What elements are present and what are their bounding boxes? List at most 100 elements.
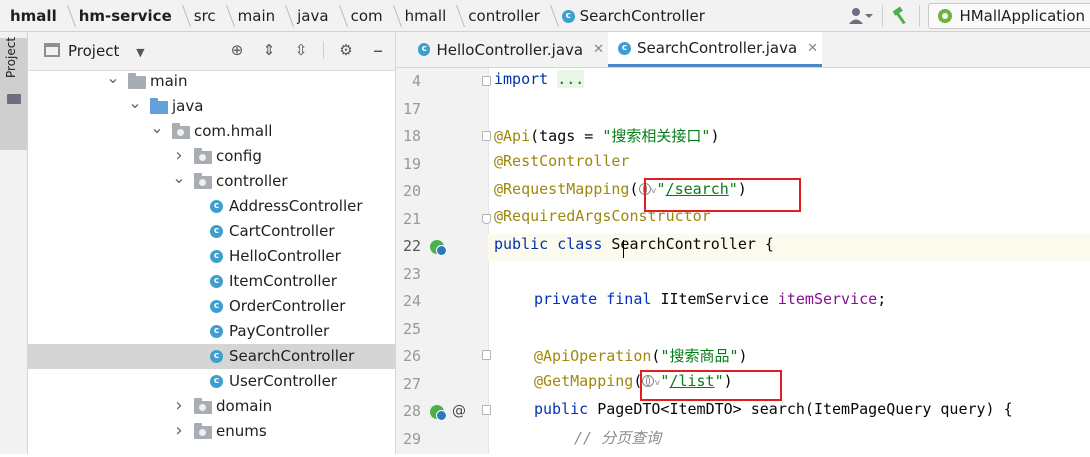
project-panel-title-label: Project bbox=[68, 42, 120, 60]
annotation: @ApiOperation bbox=[534, 347, 652, 365]
tree-item[interactable]: c HelloController bbox=[28, 244, 395, 269]
breadcrumb-item[interactable]: src bbox=[190, 7, 220, 25]
class-icon: c bbox=[210, 325, 223, 338]
folded-imports[interactable]: ... bbox=[557, 70, 585, 88]
class-icon: c bbox=[618, 41, 631, 55]
tree-item[interactable]: c UserController bbox=[28, 369, 395, 394]
tree-item-label: com.hmall bbox=[194, 122, 273, 140]
chevron-down-icon[interactable]: ⌄ bbox=[172, 165, 186, 190]
class-icon: c bbox=[210, 200, 223, 213]
breadcrumb-item[interactable]: hmall bbox=[401, 7, 451, 25]
tree-item-label: CartController bbox=[229, 222, 335, 240]
breadcrumb-item[interactable]: hm-service bbox=[75, 7, 176, 25]
breadcrumb-separator bbox=[61, 0, 75, 32]
project-panel: Project ▼ ⊕ ⇕ ⇳ ⚙ – ⌄ main ⌄ java ⌄ com.hmall… bbox=[28, 32, 396, 454]
fold-marker[interactable] bbox=[482, 405, 491, 415]
build-hammer-icon[interactable] bbox=[891, 6, 911, 26]
editor-tabs: c HelloController.java ✕ c SearchControl… bbox=[396, 32, 1090, 68]
run-configuration-selector[interactable]: HMallApplication bbox=[928, 3, 1090, 29]
class-icon: c bbox=[210, 300, 223, 313]
tab-hello-controller[interactable]: c HelloController.java ✕ bbox=[408, 32, 604, 67]
tree-item-label: SearchController bbox=[229, 347, 355, 365]
locate-target-icon[interactable]: ⊕ bbox=[227, 40, 247, 60]
chevron-right-icon[interactable]: › bbox=[172, 393, 186, 418]
chevron-down-icon[interactable]: ⌄ bbox=[150, 115, 164, 140]
folder-icon bbox=[150, 98, 168, 114]
code-line-22[interactable]: public class SearchController { bbox=[494, 235, 774, 262]
tree-item[interactable]: c ItemController bbox=[28, 269, 395, 294]
breadcrumb-item-current[interactable]: c SearchController bbox=[558, 7, 709, 25]
code-line-28[interactable]: public PageDTO<ItemDTO> search(ItemPageQ… bbox=[534, 400, 1013, 427]
close-icon[interactable]: ✕ bbox=[807, 41, 818, 56]
expand-all-icon[interactable]: ⇕ bbox=[259, 40, 279, 60]
line-number[interactable]: 22 bbox=[396, 237, 421, 264]
line-number[interactable]: 24 bbox=[396, 292, 421, 319]
close-icon[interactable]: ✕ bbox=[593, 42, 604, 57]
hide-icon[interactable]: – bbox=[368, 40, 388, 60]
tab-search-controller[interactable]: c SearchController.java ✕ bbox=[608, 32, 822, 67]
code-line-26[interactable]: @ApiOperation("搜索商品") bbox=[534, 345, 748, 372]
code-line-29[interactable]: // 分页查询 bbox=[574, 427, 661, 454]
line-number[interactable]: 25 bbox=[396, 320, 421, 347]
collapse-all-icon[interactable]: ⇳ bbox=[291, 40, 311, 60]
breadcrumb-separator bbox=[220, 0, 234, 32]
code-text: ( bbox=[629, 180, 639, 198]
divider bbox=[919, 5, 921, 27]
line-number[interactable]: 23 bbox=[396, 265, 421, 292]
chevron-right-icon[interactable]: › bbox=[172, 418, 186, 443]
fold-marker[interactable] bbox=[482, 131, 491, 141]
tree-item[interactable]: ⌄ controller bbox=[28, 168, 395, 194]
tree-item[interactable]: ⌄ com.hmall bbox=[28, 118, 395, 144]
fold-marker[interactable] bbox=[482, 214, 491, 224]
fold-marker[interactable] bbox=[482, 76, 491, 86]
line-number[interactable]: 18 bbox=[396, 127, 421, 154]
tree-item-label: java bbox=[172, 97, 204, 115]
tree-item[interactable]: c OrderController bbox=[28, 294, 395, 319]
tree-item[interactable]: ⌄ main bbox=[28, 68, 395, 94]
code-line-4[interactable]: import ... bbox=[494, 70, 585, 97]
tree-item[interactable]: ⌄ java bbox=[28, 93, 395, 119]
breadcrumb-item[interactable]: java bbox=[293, 7, 332, 25]
project-tool-window-tab[interactable]: Project bbox=[0, 36, 27, 150]
line-number[interactable]: 4 bbox=[396, 72, 421, 99]
project-panel-title[interactable]: Project ▼ bbox=[68, 42, 145, 60]
chevron-down-icon[interactable]: ⌄ bbox=[106, 65, 120, 90]
spring-bean-icon[interactable] bbox=[430, 240, 447, 256]
annotation-at-icon[interactable]: @ bbox=[452, 403, 466, 419]
tree-item[interactable]: c AddressController bbox=[28, 194, 395, 219]
tree-item[interactable]: c PayController bbox=[28, 319, 395, 344]
code-line-24[interactable]: private final IItemService itemService; bbox=[534, 290, 886, 317]
fold-marker[interactable] bbox=[482, 350, 491, 360]
gear-icon[interactable]: ⚙ bbox=[336, 40, 356, 60]
code-comment: // 分页查询 bbox=[574, 429, 662, 447]
line-number[interactable]: 21 bbox=[396, 210, 421, 237]
breadcrumb-item[interactable]: controller bbox=[464, 7, 544, 25]
spring-endpoint-icon[interactable] bbox=[430, 405, 447, 421]
line-number[interactable]: 28 bbox=[396, 402, 421, 429]
breadcrumb-separator bbox=[450, 0, 464, 32]
tree-item[interactable]: › enums bbox=[28, 418, 395, 444]
project-view-icon bbox=[44, 43, 60, 57]
fold-guide bbox=[488, 68, 489, 454]
package-icon bbox=[194, 398, 212, 414]
tree-item[interactable]: c SearchController bbox=[28, 344, 395, 369]
code-line-18[interactable]: @Api(tags = "搜索相关接口") bbox=[494, 125, 719, 152]
line-number[interactable]: 20 bbox=[396, 182, 421, 209]
line-number[interactable]: 26 bbox=[396, 347, 421, 374]
code-line-19[interactable]: @RestController bbox=[494, 152, 629, 179]
line-number[interactable]: 29 bbox=[396, 430, 421, 457]
line-number[interactable]: 17 bbox=[396, 100, 421, 127]
tree-item[interactable]: › config bbox=[28, 144, 395, 169]
line-number[interactable]: 19 bbox=[396, 155, 421, 182]
breadcrumb-item[interactable]: hmall bbox=[6, 7, 61, 25]
breadcrumb-item[interactable]: com bbox=[347, 7, 387, 25]
tree-item[interactable]: c CartController bbox=[28, 219, 395, 244]
tree-item[interactable]: › domain bbox=[28, 393, 395, 419]
user-account-icon[interactable] bbox=[848, 7, 874, 25]
line-number[interactable]: 27 bbox=[396, 375, 421, 402]
editor-area: c HelloController.java ✕ c SearchControl… bbox=[396, 32, 1090, 454]
project-tab-label: Project bbox=[4, 36, 18, 78]
breadcrumb-item[interactable]: main bbox=[234, 7, 279, 25]
folder-icon bbox=[128, 73, 146, 89]
chevron-down-icon[interactable]: ⌄ bbox=[128, 90, 142, 115]
